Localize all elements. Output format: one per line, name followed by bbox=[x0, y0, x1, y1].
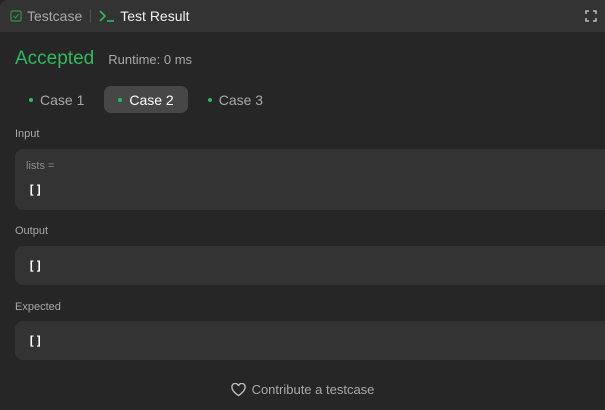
tab-testcase-label: Testcase bbox=[27, 8, 83, 24]
tab-testcase[interactable]: Testcase bbox=[10, 8, 82, 24]
expected-value: [] bbox=[28, 334, 43, 348]
contribute-testcase-link[interactable]: Contribute a testcase bbox=[0, 382, 605, 397]
accepted-label: Accepted bbox=[15, 48, 95, 69]
runtime-label: Runtime: 0 ms bbox=[108, 52, 193, 67]
pass-dot-icon bbox=[118, 97, 123, 102]
tab-test-result-label: Test Result bbox=[120, 8, 190, 24]
case-label: Case 1 bbox=[40, 91, 85, 108]
case-label: Case 2 bbox=[129, 91, 174, 108]
expected-card: [] bbox=[15, 321, 605, 360]
case-tab-2[interactable]: Case 2 bbox=[104, 86, 188, 113]
input-card: lists = [] bbox=[15, 149, 605, 210]
contribute-label: Contribute a testcase bbox=[251, 382, 375, 397]
case-tabs: Case 1 Case 2 Case 3 bbox=[15, 86, 277, 113]
input-value[interactable]: [] bbox=[28, 183, 42, 197]
case-tab-3[interactable]: Case 3 bbox=[194, 86, 277, 113]
result-status: Accepted Runtime: 0 ms bbox=[15, 48, 192, 70]
checkbox-icon bbox=[10, 10, 22, 22]
expected-label: Expected bbox=[15, 301, 61, 313]
heart-icon bbox=[230, 382, 246, 396]
panel-header: Testcase Test Result bbox=[0, 0, 605, 32]
terminal-icon bbox=[99, 10, 115, 22]
output-card: [] bbox=[15, 246, 605, 285]
output-value: [] bbox=[28, 259, 43, 273]
tab-test-result[interactable]: Test Result bbox=[99, 8, 190, 24]
output-label: Output bbox=[15, 225, 49, 237]
input-label: Input bbox=[15, 128, 40, 140]
pass-dot-icon bbox=[207, 97, 212, 102]
case-tab-1[interactable]: Case 1 bbox=[15, 86, 98, 113]
fullscreen-icon[interactable] bbox=[585, 10, 597, 22]
tab-divider bbox=[90, 9, 92, 23]
case-label: Case 3 bbox=[218, 91, 264, 108]
input-var-name: lists = bbox=[26, 160, 55, 172]
pass-dot-icon bbox=[29, 97, 33, 102]
